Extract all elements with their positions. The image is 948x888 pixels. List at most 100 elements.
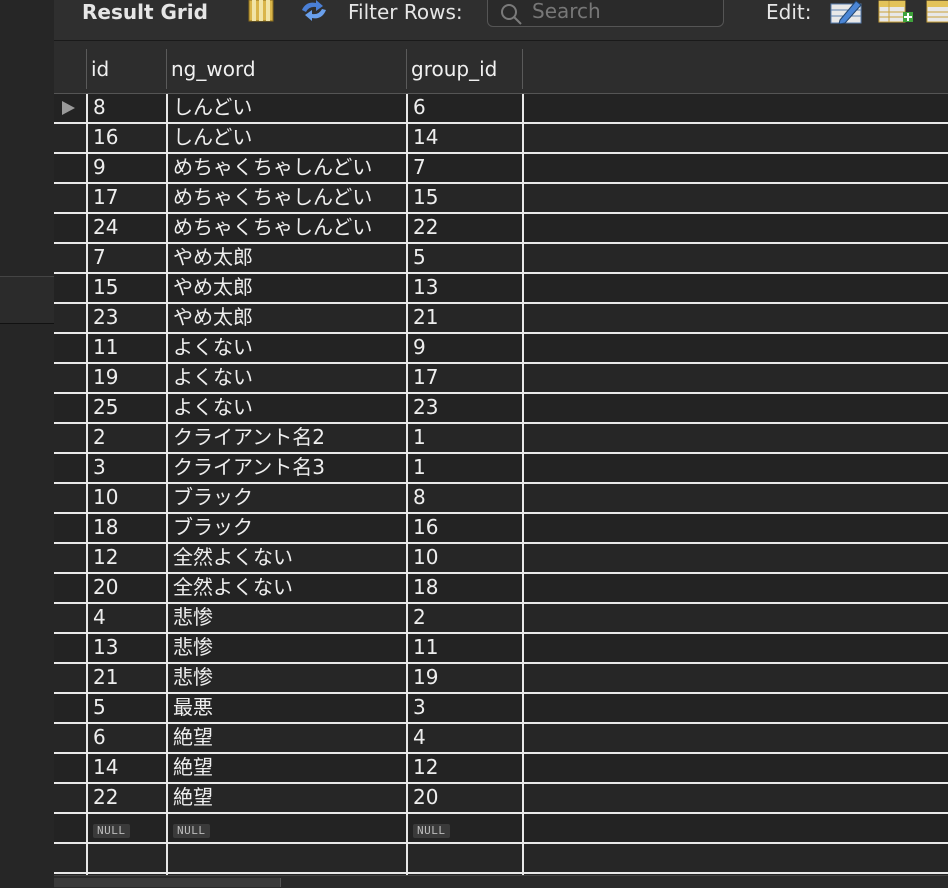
cell-group-id[interactable]: 22 [408,214,522,242]
column-header-ng-word[interactable]: ng_word [166,41,406,94]
table-row[interactable]: 15 やめ太郎 13 [54,274,948,304]
table-row[interactable]: 25 よくない 23 [54,394,948,424]
cell-group-id[interactable]: 3 [408,694,522,722]
cell-ng-word[interactable]: ブラック [168,514,406,542]
cell-group-id[interactable]: 21 [408,304,522,332]
table-row[interactable]: 11 よくない 9 [54,334,948,364]
cell-group-id[interactable]: 17 [408,364,522,392]
table-row[interactable]: 19 よくない 17 [54,364,948,394]
cell-group-id[interactable]: 19 [408,664,522,692]
table-row[interactable]: 23 やめ太郎 21 [54,304,948,334]
cell-id[interactable]: 20 [88,574,166,602]
cell-group-id[interactable]: 5 [408,244,522,272]
table-row[interactable]: 5 最悪 3 [54,694,948,724]
cell-ng-word[interactable]: しんどい [168,94,406,122]
cell-id[interactable]: 19 [88,364,166,392]
table-row[interactable]: 10 ブラック 8 [54,484,948,514]
table-row[interactable]: 4 悲惨 2 [54,604,948,634]
table-row[interactable]: 22 絶望 20 [54,784,948,814]
cell-group-id[interactable]: 13 [408,274,522,302]
table-row[interactable]: 2 クライアント名2 1 [54,424,948,454]
cell-id[interactable]: 21 [88,664,166,692]
table-row[interactable]: 9 めちゃくちゃしんどい 7 [54,154,948,184]
cell-group-id[interactable]: 10 [408,544,522,572]
table-row[interactable]: 14 絶望 12 [54,754,948,784]
cell-id[interactable]: NULL [88,814,166,842]
cell-group-id[interactable]: 23 [408,394,522,422]
table-row[interactable]: 17 めちゃくちゃしんどい 15 [54,184,948,214]
cell-group-id[interactable]: 14 [408,124,522,152]
column-header-group-id[interactable]: group_id [406,41,522,94]
cell-group-id[interactable]: 7 [408,154,522,182]
cell-ng-word[interactable]: 全然よくない [168,544,406,572]
delete-row-icon[interactable] [926,0,948,28]
cell-group-id[interactable]: 18 [408,574,522,602]
scrollbar-thumb[interactable] [54,878,281,887]
header-divider[interactable] [86,49,87,89]
cell-id[interactable]: 14 [88,754,166,782]
cell-group-id[interactable]: NULL [408,814,522,842]
cell-id[interactable]: 9 [88,154,166,182]
cell-ng-word[interactable]: 悲惨 [168,634,406,662]
table-row[interactable]: 21 悲惨 19 [54,664,948,694]
cell-ng-word[interactable]: めちゃくちゃしんどい [168,154,406,182]
cell-group-id[interactable]: 4 [408,724,522,752]
cell-group-id[interactable]: 16 [408,514,522,542]
cell-id[interactable]: 8 [88,94,166,122]
cell-group-id[interactable]: 6 [408,94,522,122]
table-row[interactable]: 16 しんどい 14 [54,124,948,154]
cell-id[interactable]: 11 [88,334,166,362]
cell-id[interactable]: 4 [88,604,166,632]
cell-ng-word[interactable]: やめ太郎 [168,244,406,272]
table-row[interactable]: 6 絶望 4 [54,724,948,754]
cell-id[interactable]: 12 [88,544,166,572]
cell-ng-word[interactable]: めちゃくちゃしんどい [168,184,406,212]
table-row[interactable]: 7 やめ太郎 5 [54,244,948,274]
cell-ng-word[interactable]: しんどい [168,124,406,152]
cell-id[interactable]: 2 [88,424,166,452]
cell-group-id[interactable]: 12 [408,754,522,782]
cell-id[interactable]: 5 [88,694,166,722]
cell-id[interactable]: 7 [88,244,166,272]
table-row[interactable]: 3 クライアント名3 1 [54,454,948,484]
cell-group-id[interactable]: 11 [408,634,522,662]
cell-id[interactable]: 25 [88,394,166,422]
cell-ng-word[interactable]: 絶望 [168,784,406,812]
new-row[interactable]: NULL NULL NULL [54,814,948,844]
filter-search-input[interactable]: Search [487,0,724,27]
cell-id[interactable]: 17 [88,184,166,212]
column-layout-icon[interactable] [248,0,274,26]
cell-ng-word[interactable]: 悲惨 [168,664,406,692]
cell-ng-word[interactable]: よくない [168,394,406,422]
cell-id[interactable]: 24 [88,214,166,242]
cell-group-id[interactable]: 9 [408,334,522,362]
cell-ng-word[interactable]: めちゃくちゃしんどい [168,214,406,242]
cell-ng-word[interactable]: よくない [168,364,406,392]
refresh-icon[interactable] [298,0,330,26]
cell-id[interactable]: 16 [88,124,166,152]
horizontal-scrollbar[interactable] [54,875,948,888]
cell-group-id[interactable]: 2 [408,604,522,632]
cell-ng-word[interactable]: やめ太郎 [168,274,406,302]
header-divider[interactable] [406,49,407,89]
table-row[interactable]: 18 ブラック 16 [54,514,948,544]
cell-ng-word[interactable]: クライアント名2 [168,424,406,452]
cell-ng-word[interactable]: 絶望 [168,754,406,782]
cell-id[interactable]: 10 [88,484,166,512]
cell-ng-word[interactable]: やめ太郎 [168,304,406,332]
cell-group-id[interactable]: 8 [408,484,522,512]
cell-id[interactable]: 23 [88,304,166,332]
cell-id[interactable]: 22 [88,784,166,812]
cell-ng-word[interactable]: ブラック [168,484,406,512]
cell-ng-word[interactable]: クライアント名3 [168,454,406,482]
cell-id[interactable]: 15 [88,274,166,302]
edit-row-icon[interactable] [830,0,864,28]
table-row[interactable]: 12 全然よくない 10 [54,544,948,574]
cell-ng-word[interactable]: 最悪 [168,694,406,722]
cell-group-id[interactable]: 20 [408,784,522,812]
cell-id[interactable]: 18 [88,514,166,542]
table-row[interactable]: 24 めちゃくちゃしんどい 22 [54,214,948,244]
left-pane-tab[interactable] [0,276,54,324]
cell-group-id[interactable]: 1 [408,424,522,452]
header-divider[interactable] [522,49,523,89]
